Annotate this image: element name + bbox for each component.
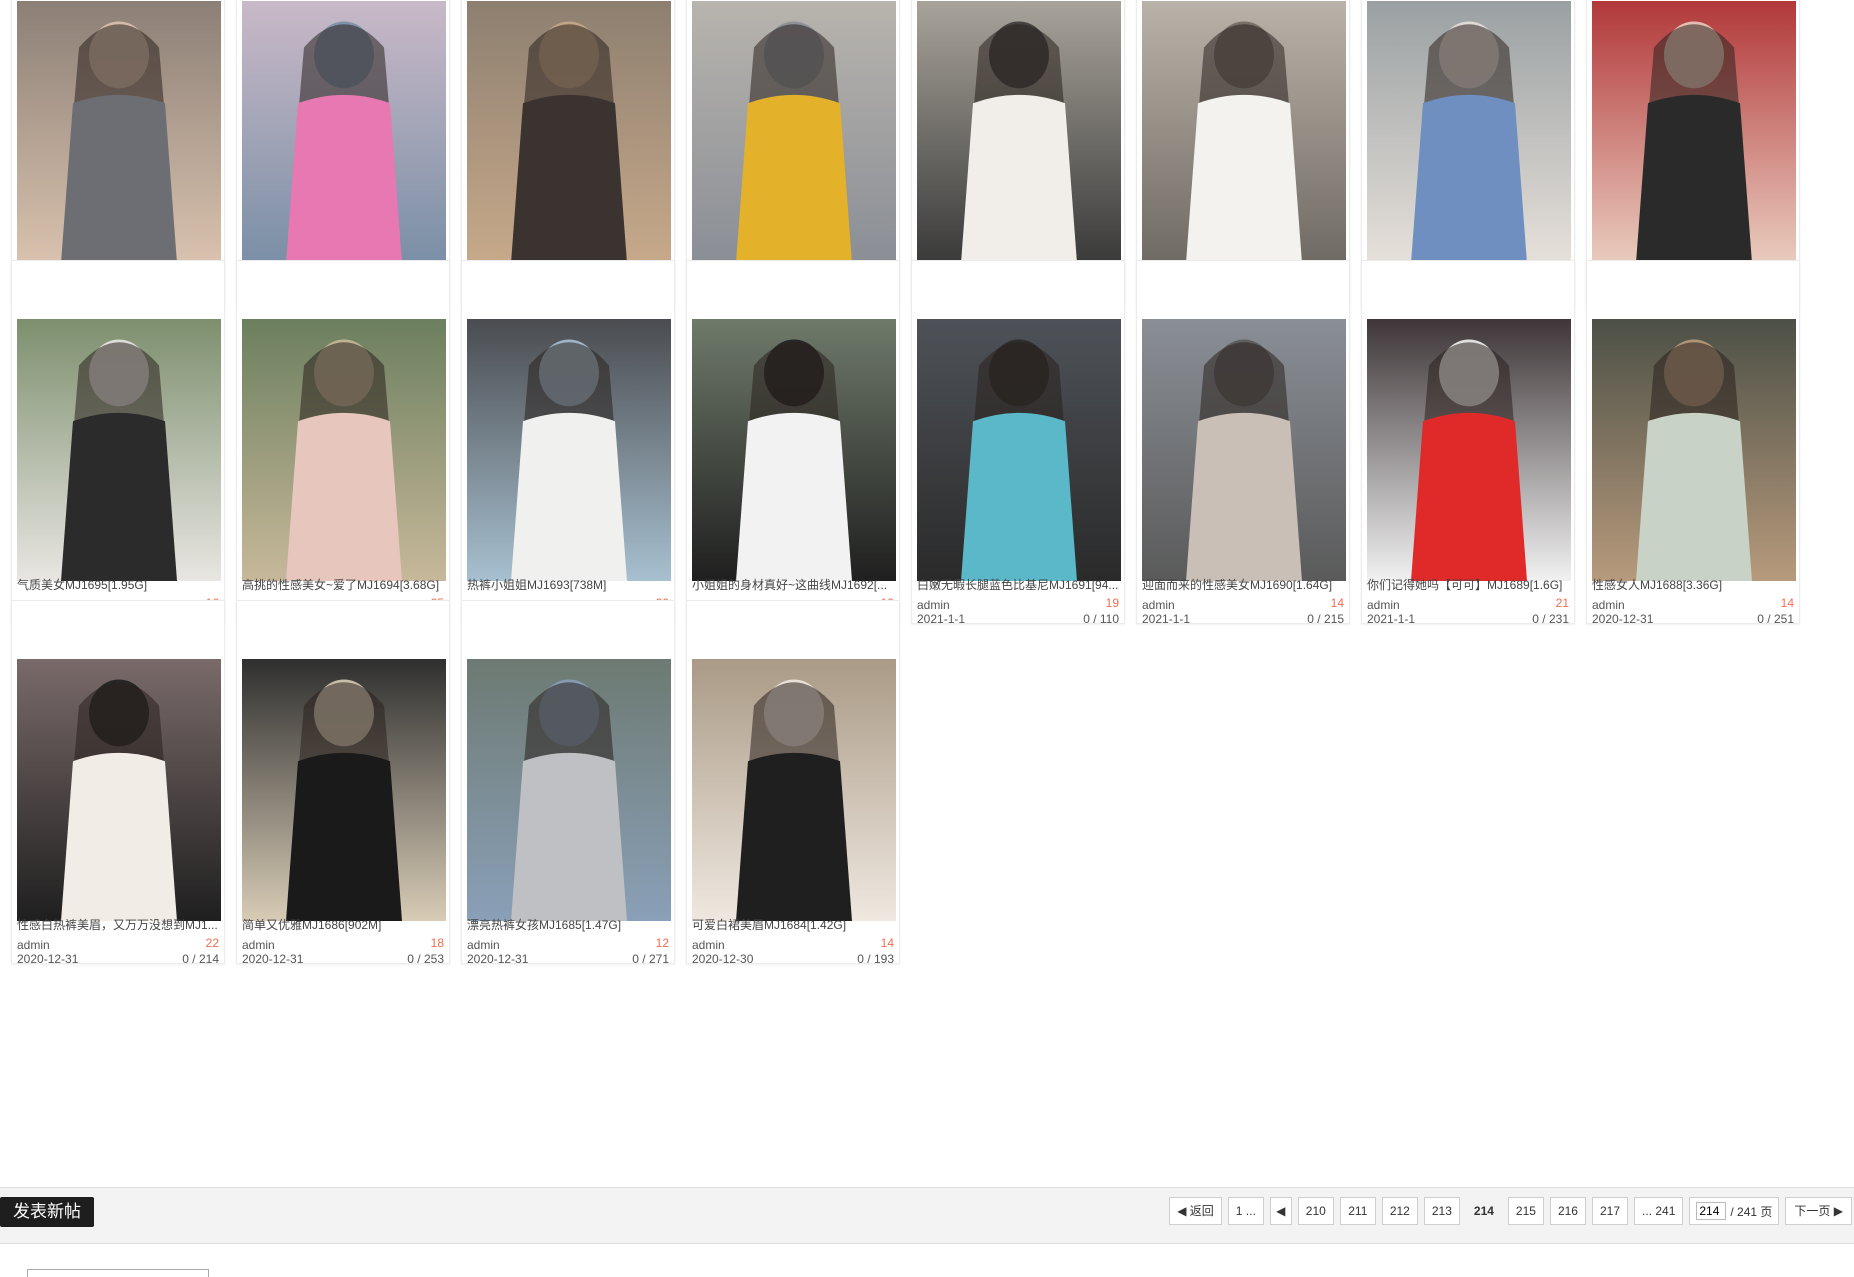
post-image-count: 14 — [1780, 596, 1794, 610]
post-card[interactable]: 漂亮热裤女孩MJ1685[1.47G] admin 12 2020-12-31 0 / … — [461, 600, 675, 966]
post-thumbnail[interactable] — [242, 659, 446, 921]
new-post-button[interactable]: 发表新帖 — [0, 1197, 94, 1227]
page-last[interactable]: ... 241 — [1634, 1197, 1684, 1225]
post-thumbnail[interactable] — [467, 319, 671, 581]
page-212[interactable]: 212 — [1381, 1197, 1418, 1225]
post-stats: 0 / 231 — [1532, 612, 1569, 626]
post-thumbnail[interactable] — [17, 659, 221, 921]
post-thumbnail[interactable] — [692, 1, 896, 263]
next-label: 下一页 — [1794, 1204, 1831, 1218]
post-image-count: 22 — [205, 936, 219, 950]
caret-left-icon: ◀ — [1276, 1204, 1286, 1218]
post-card[interactable]: 白嫩无暇长腿蓝色比基尼MJ1691[94... admin 19 2021-1-1 0 … — [911, 260, 1125, 626]
caret-right-icon: ▶ — [1833, 1204, 1843, 1218]
post-card[interactable]: 性感女人MJ1688[3.36G] admin 14 2020-12-31 0 / 25… — [1586, 260, 1800, 626]
post-date: 2021-1-1 — [1367, 612, 1416, 626]
page-216[interactable]: 216 — [1549, 1197, 1586, 1225]
post-date: 2020-12-31 — [17, 952, 79, 966]
post-date: 2021-1-1 — [1142, 612, 1191, 626]
page: 清纯白皙美女MJ1803[1.33G]admin182021-1-50 / 17… — [0, 0, 1854, 1277]
post-thumbnail[interactable] — [1592, 319, 1796, 581]
post-card[interactable]: 小姐姐的身材真好~这曲线MJ1692[...admin192021-1-10 /… — [686, 260, 900, 626]
post-thumbnail[interactable] — [1367, 1, 1571, 263]
post-card[interactable]: 迎面而来的性感美女MJ1690[1.64G] admin 14 2021-1-1 0 /… — [1136, 260, 1350, 626]
post-title[interactable]: 性感女人MJ1688[3.36G] — [1592, 577, 1796, 593]
page-current: 214 — [1473, 1204, 1494, 1218]
next-page-button[interactable]: 下一页 ▶ — [1785, 1197, 1852, 1225]
pagination: ◀ 返回 1 ... ◀ 210 211 212 213 214 215 216… — [1169, 1196, 1854, 1226]
post-image-count: 12 — [655, 936, 669, 950]
post-image-count: 14 — [1330, 596, 1344, 610]
post-thumbnail[interactable] — [242, 1, 446, 263]
post-date: 2020-12-31 — [1592, 612, 1654, 626]
post-date: 2020-12-30 — [692, 952, 754, 966]
post-image-count: 18 — [430, 936, 444, 950]
post-card[interactable]: 可爱白裙美眉MJ1684[1.42G] admin 14 2020-12-30 0 / … — [686, 600, 900, 966]
post-thumbnail[interactable] — [17, 319, 221, 581]
page-215[interactable]: 215 — [1507, 1197, 1544, 1225]
post-card[interactable]: 性感白热裤美眉，又万万没想到MJ1... admin 22 2020-12-31 0 /… — [11, 600, 225, 966]
post-thumbnail[interactable] — [1367, 319, 1571, 581]
post-thumbnail[interactable] — [242, 319, 446, 581]
post-card[interactable]: 简单又优雅MJ1686[902M] admin 18 2020-12-31 0 / 25… — [236, 600, 450, 966]
post-card[interactable]: 高挑的性感美女~爱了MJ1694[3.68G]admin252021-1-20 … — [236, 260, 450, 626]
post-title[interactable]: 小姐姐的身材真好~这曲线MJ1692[... — [692, 577, 896, 593]
back-label: 返回 — [1189, 1204, 1214, 1218]
post-card[interactable]: 热裤小姐姐MJ1693[738M]admin202021-1-20 / 149 — [461, 260, 675, 626]
post-title[interactable]: 你们记得她吗【可可】MJ1689[1.6G] — [1367, 577, 1571, 593]
post-title[interactable]: 可爱白裙美眉MJ1684[1.42G] — [692, 917, 896, 933]
post-thumbnail[interactable] — [467, 659, 671, 921]
post-stats: 0 / 215 — [1307, 612, 1344, 626]
page-jump: / 241 页 — [1689, 1197, 1780, 1225]
page-217[interactable]: 217 — [1591, 1197, 1629, 1225]
page-211[interactable]: 211 — [1339, 1197, 1376, 1225]
post-stats: 0 / 193 — [857, 952, 894, 966]
page-jump-input[interactable] — [1696, 1202, 1727, 1220]
prev-page-button[interactable]: ◀ — [1269, 1197, 1292, 1225]
caret-left-icon: ◀ — [1177, 1204, 1187, 1218]
post-title[interactable]: 性感白热裤美眉，又万万没想到MJ1... — [17, 917, 221, 933]
post-thumbnail[interactable] — [692, 659, 896, 921]
post-stats: 0 / 110 — [1083, 612, 1119, 626]
post-date: 2020-12-31 — [242, 952, 304, 966]
page-first[interactable]: 1 ... — [1227, 1197, 1264, 1225]
post-card[interactable]: 气质美女MJ1695[1.95G]admin162021-1-20 / 201 — [11, 260, 225, 626]
post-date: 2020-12-31 — [467, 952, 529, 966]
footer-logo-box — [27, 1269, 209, 1277]
post-thumbnail[interactable] — [692, 319, 896, 581]
post-stats: 0 / 253 — [407, 952, 444, 966]
post-title[interactable]: 高挑的性感美女~爱了MJ1694[3.68G] — [242, 577, 446, 593]
post-thumbnail[interactable] — [17, 1, 221, 263]
page-total: / 241 页 — [1730, 1204, 1773, 1219]
post-thumbnail[interactable] — [1142, 1, 1346, 263]
post-thumbnail[interactable] — [917, 1, 1121, 263]
post-thumbnail[interactable] — [1142, 319, 1346, 581]
post-title[interactable]: 白嫩无暇长腿蓝色比基尼MJ1691[94... — [917, 577, 1121, 593]
post-stats: 0 / 271 — [632, 952, 669, 966]
post-title[interactable]: 气质美女MJ1695[1.95G] — [17, 577, 221, 593]
back-button[interactable]: ◀ 返回 — [1169, 1197, 1222, 1225]
post-stats: 0 / 251 — [1757, 612, 1794, 626]
post-image-count: 14 — [880, 936, 894, 950]
footer — [0, 1244, 1854, 1277]
post-title[interactable]: 迎面而来的性感美女MJ1690[1.64G] — [1142, 577, 1346, 593]
post-card[interactable]: 你们记得她吗【可可】MJ1689[1.6G] admin 21 2021-1-1 0 /… — [1361, 260, 1575, 626]
post-thumbnail[interactable] — [917, 319, 1121, 581]
post-date: 2021-1-1 — [917, 612, 966, 626]
post-title[interactable]: 漂亮热裤女孩MJ1685[1.47G] — [467, 917, 671, 933]
post-title[interactable]: 热裤小姐姐MJ1693[738M] — [467, 577, 671, 593]
page-210[interactable]: 210 — [1297, 1197, 1334, 1225]
post-thumbnail[interactable] — [467, 1, 671, 263]
post-image-count: 19 — [1105, 596, 1119, 610]
post-title[interactable]: 简单又优雅MJ1686[902M] — [242, 917, 446, 933]
post-thumbnail[interactable] — [1592, 1, 1796, 263]
post-stats: 0 / 214 — [182, 952, 219, 966]
post-image-count: 21 — [1555, 596, 1569, 610]
page-213[interactable]: 213 — [1423, 1197, 1460, 1225]
